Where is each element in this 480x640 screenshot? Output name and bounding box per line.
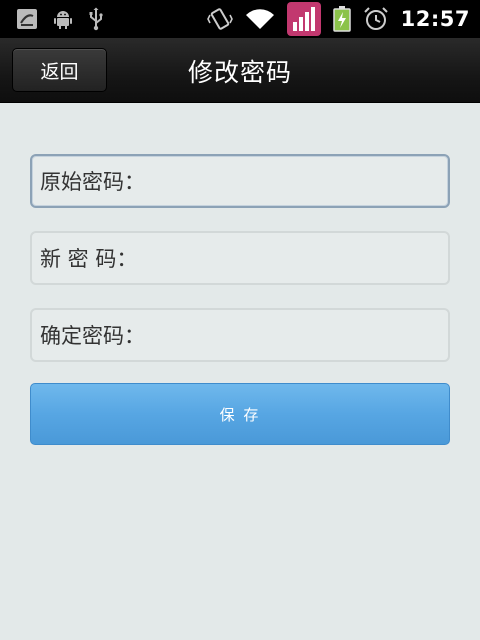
battery-charging-icon xyxy=(332,6,351,32)
alarm-icon xyxy=(363,6,389,32)
vibrate-icon xyxy=(206,7,233,31)
new-password-label: 新 密 码： xyxy=(40,247,138,271)
status-clock: 12:57 xyxy=(400,7,470,31)
old-password-input[interactable] xyxy=(145,156,448,206)
signal-icon xyxy=(286,2,321,36)
new-password-field[interactable]: 新 密 码： xyxy=(30,231,450,285)
old-password-label: 原始密码： xyxy=(40,170,145,194)
android-icon xyxy=(52,8,74,30)
wifi-icon xyxy=(245,7,275,31)
no-sim-icon xyxy=(16,8,38,30)
save-button[interactable]: 保 存 xyxy=(30,383,450,445)
usb-icon xyxy=(88,7,104,31)
confirm-password-field[interactable]: 确定密码： xyxy=(30,308,450,362)
old-password-field[interactable]: 原始密码： xyxy=(30,154,450,208)
confirm-password-label: 确定密码： xyxy=(40,324,145,348)
new-password-input[interactable] xyxy=(137,233,448,283)
confirm-password-input[interactable] xyxy=(145,310,448,360)
back-button[interactable]: 返回 xyxy=(12,48,107,92)
status-bar: 12:57 xyxy=(0,0,480,38)
title-bar: 返回 修改密码 xyxy=(0,38,480,103)
